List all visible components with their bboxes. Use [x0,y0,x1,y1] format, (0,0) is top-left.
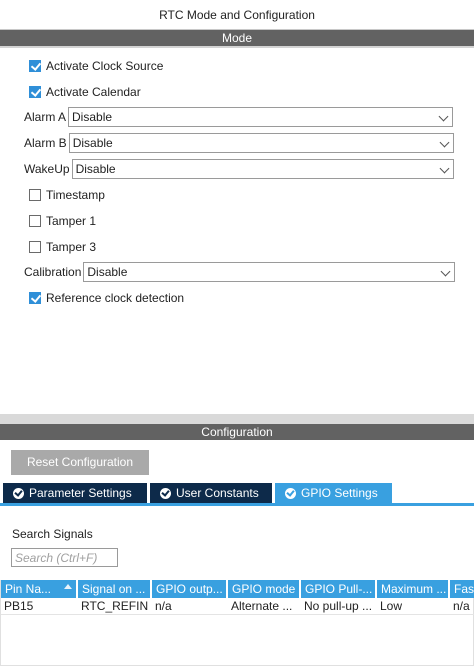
mode-header-divider [0,46,474,48]
checkbox-checked-icon [29,60,41,72]
table-cell: No pull-up ... [304,599,373,613]
checkbox-checked-icon [29,86,41,98]
column-header-gpio-mode[interactable]: GPIO mode [228,580,300,598]
wakeup-value: Disable [75,162,116,176]
wakeup-label: WakeUp [24,162,70,176]
alarm-a-value: Disable [72,110,113,124]
column-header-label: GPIO outp... [156,582,223,596]
timestamp-checkbox[interactable]: Timestamp [29,186,105,204]
calibration-value: Disable [87,265,128,279]
alarm-a-row: Alarm A Disable [24,107,454,127]
wakeup-select[interactable]: Disable [71,159,454,179]
table-row[interactable]: PB15 RTC_REFIN n/a Alternate ... No pull… [1,598,474,615]
column-header-gpio-pull[interactable]: GPIO Pull-... [301,580,376,598]
activate-calendar-checkbox[interactable]: Activate Calendar [29,83,141,101]
checkbox-unchecked-icon [29,215,41,227]
tab-parameter-settings[interactable]: Parameter Settings [3,483,147,503]
table-cell: Low [380,599,403,613]
check-circle-icon [285,487,296,499]
table-cell: n/a [155,599,172,613]
alarm-b-value: Disable [72,136,113,150]
search-signals-input[interactable] [11,548,118,567]
calibration-label: Calibration [24,265,82,279]
sort-ascending-icon [64,584,72,589]
tab-label: Parameter Settings [29,486,132,500]
configuration-section-header: Configuration [0,424,474,440]
checkbox-checked-icon [29,292,41,304]
alarm-a-label: Alarm A [24,110,67,124]
gpio-table: Pin Na... Signal on ... GPIO outp... GPI… [0,580,474,666]
tab-label: User Constants [176,486,259,500]
column-header-gpio-output[interactable]: GPIO outp... [152,580,227,598]
table-cell: n/a [453,599,470,613]
search-signals-label: Search Signals [12,527,93,541]
column-header-label: Pin Na... [5,582,52,596]
chevron-down-icon [439,163,450,174]
column-header-label: Signal on ... [82,582,146,596]
column-header-fast-mode[interactable]: Fas [450,580,474,598]
panel-splitter[interactable] [0,414,474,424]
alarm-b-label: Alarm B [24,136,67,150]
column-header-signal[interactable]: Signal on ... [78,580,151,598]
table-cell: RTC_REFIN [81,599,149,613]
column-header-label: Maximum ... [381,582,447,596]
table-cell: PB15 [4,599,34,613]
reference-clock-detection-label: Reference clock detection [46,291,185,305]
column-header-pin-name[interactable]: Pin Na... [1,580,77,598]
checkbox-unchecked-icon [29,189,41,201]
tab-label: GPIO Settings [301,486,378,500]
table-cell: Alternate ... [231,599,293,613]
tamper-3-label: Tamper 3 [46,240,97,254]
wakeup-row: WakeUp Disable [24,159,454,179]
reference-clock-detection-checkbox[interactable]: Reference clock detection [29,289,184,307]
activate-clock-source-checkbox[interactable]: Activate Clock Source [29,57,163,75]
chevron-down-icon [440,266,451,277]
tamper-1-label: Tamper 1 [46,214,97,228]
column-header-label: GPIO mode [232,582,296,596]
column-header-maximum[interactable]: Maximum ... [377,580,449,598]
tamper-1-checkbox[interactable]: Tamper 1 [29,212,96,230]
tab-underline [0,503,474,506]
activate-clock-source-label: Activate Clock Source [46,59,164,73]
tab-user-constants[interactable]: User Constants [150,483,272,503]
check-circle-icon [13,487,24,499]
chevron-down-icon [439,137,450,148]
alarm-b-select[interactable]: Disable [68,133,454,153]
window-title: RTC Mode and Configuration [0,0,474,30]
column-header-label: Fas [454,582,474,596]
check-circle-icon [160,487,171,499]
alarm-b-row: Alarm B Disable [24,133,454,153]
timestamp-label: Timestamp [46,188,105,202]
calibration-row: Calibration Disable [24,262,456,282]
alarm-a-select[interactable]: Disable [68,107,454,127]
table-header: Pin Na... Signal on ... GPIO outp... GPI… [1,580,474,598]
tamper-3-checkbox[interactable]: Tamper 3 [29,238,96,256]
column-header-label: GPIO Pull-... [305,582,373,596]
checkbox-unchecked-icon [29,241,41,253]
activate-calendar-label: Activate Calendar [46,85,141,99]
chevron-down-icon [438,111,449,122]
mode-section-header: Mode [0,30,474,46]
tab-gpio-settings[interactable]: GPIO Settings [275,483,392,503]
configuration-tabs: Parameter Settings User Constants GPIO S… [0,483,474,503]
calibration-select[interactable]: Disable [83,262,456,282]
reset-configuration-button[interactable]: Reset Configuration [11,450,149,475]
